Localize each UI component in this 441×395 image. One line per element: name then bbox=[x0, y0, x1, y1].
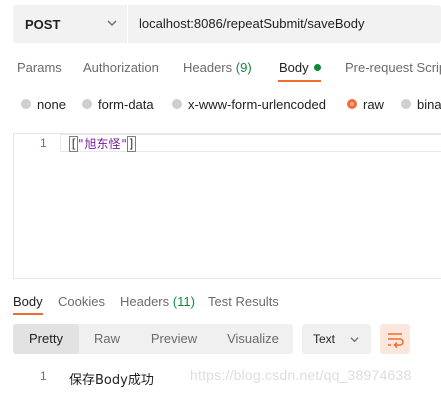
tab-label: Headers bbox=[120, 294, 170, 309]
tab-label: Cookies bbox=[58, 294, 105, 309]
active-tab-indicator bbox=[278, 80, 321, 82]
method-select[interactable]: POST bbox=[13, 5, 127, 43]
request-bar: POST localhost:8086/repeatSubmit/saveBod… bbox=[13, 5, 441, 43]
bracket-close: ] bbox=[126, 136, 136, 152]
radio-circle-icon bbox=[401, 99, 411, 109]
request-body-editor[interactable] bbox=[13, 133, 441, 279]
radio-selected-icon bbox=[347, 99, 357, 109]
radio-circle-icon bbox=[21, 99, 31, 109]
radio-urlencoded[interactable]: x-www-form-urlencoded bbox=[172, 96, 326, 112]
response-tab-cookies[interactable]: Cookies bbox=[58, 294, 105, 309]
view-preview-button[interactable]: Preview bbox=[143, 324, 205, 354]
tab-pre-request-script[interactable]: Pre-request Scrip bbox=[345, 60, 441, 75]
headers-count-badge: (11) bbox=[172, 294, 195, 309]
tab-headers[interactable]: Headers (9) bbox=[183, 60, 252, 75]
tab-label: Test Results bbox=[208, 294, 279, 309]
divider bbox=[127, 5, 128, 43]
headers-count-badge: (9) bbox=[235, 60, 252, 75]
method-label: POST bbox=[25, 16, 61, 32]
tab-label: Pre-request Scrip bbox=[345, 60, 441, 75]
view-raw-button[interactable]: Raw bbox=[84, 324, 130, 354]
wrap-lines-button[interactable] bbox=[380, 324, 410, 354]
code-line[interactable]: ["旭东怪"] bbox=[68, 135, 136, 152]
radio-label: x-www-form-urlencoded bbox=[188, 96, 326, 112]
radio-label: bina bbox=[417, 96, 441, 112]
radio-label: none bbox=[37, 96, 66, 112]
tab-label: Authorization bbox=[83, 60, 159, 75]
format-label: Text bbox=[313, 332, 336, 346]
tab-label: Params bbox=[17, 60, 62, 75]
json-string: "旭东怪" bbox=[77, 137, 128, 151]
watermark: https://blog.csdn.net/qq_38974638 bbox=[190, 367, 412, 383]
tab-label: Headers bbox=[183, 60, 233, 75]
chevron-down-icon bbox=[107, 20, 117, 26]
radio-binary[interactable]: bina bbox=[401, 96, 441, 112]
modified-dot-icon bbox=[313, 64, 321, 71]
url-input[interactable]: localhost:8086/repeatSubmit/saveBody bbox=[139, 5, 364, 43]
response-body-text: 保存Body成功 bbox=[69, 373, 154, 388]
view-pretty-button[interactable]: Pretty bbox=[13, 324, 79, 354]
tab-label: Body bbox=[13, 294, 43, 309]
tab-authorization[interactable]: Authorization bbox=[83, 60, 159, 75]
radio-label: raw bbox=[363, 96, 384, 112]
radio-circle-icon bbox=[82, 99, 92, 109]
response-tab-test-results[interactable]: Test Results bbox=[208, 294, 279, 309]
view-visualize-button[interactable]: Visualize bbox=[220, 324, 286, 354]
radio-raw[interactable]: raw bbox=[347, 96, 384, 112]
active-tab-indicator bbox=[13, 313, 43, 315]
response-tab-body[interactable]: Body bbox=[13, 294, 43, 309]
radio-circle-icon bbox=[172, 99, 182, 109]
tab-label: Body bbox=[279, 60, 309, 75]
radio-label: form-data bbox=[98, 96, 154, 112]
response-tab-headers[interactable]: Headers (11) bbox=[120, 294, 195, 309]
tab-params[interactable]: Params bbox=[17, 60, 62, 75]
line-number: 1 bbox=[40, 369, 47, 383]
chevron-down-icon bbox=[350, 337, 359, 343]
line-number: 1 bbox=[40, 136, 47, 150]
radio-none[interactable]: none bbox=[21, 96, 66, 112]
tab-body[interactable]: Body bbox=[279, 60, 321, 75]
radio-form-data[interactable]: form-data bbox=[82, 96, 154, 112]
wrap-lines-icon bbox=[388, 333, 404, 349]
